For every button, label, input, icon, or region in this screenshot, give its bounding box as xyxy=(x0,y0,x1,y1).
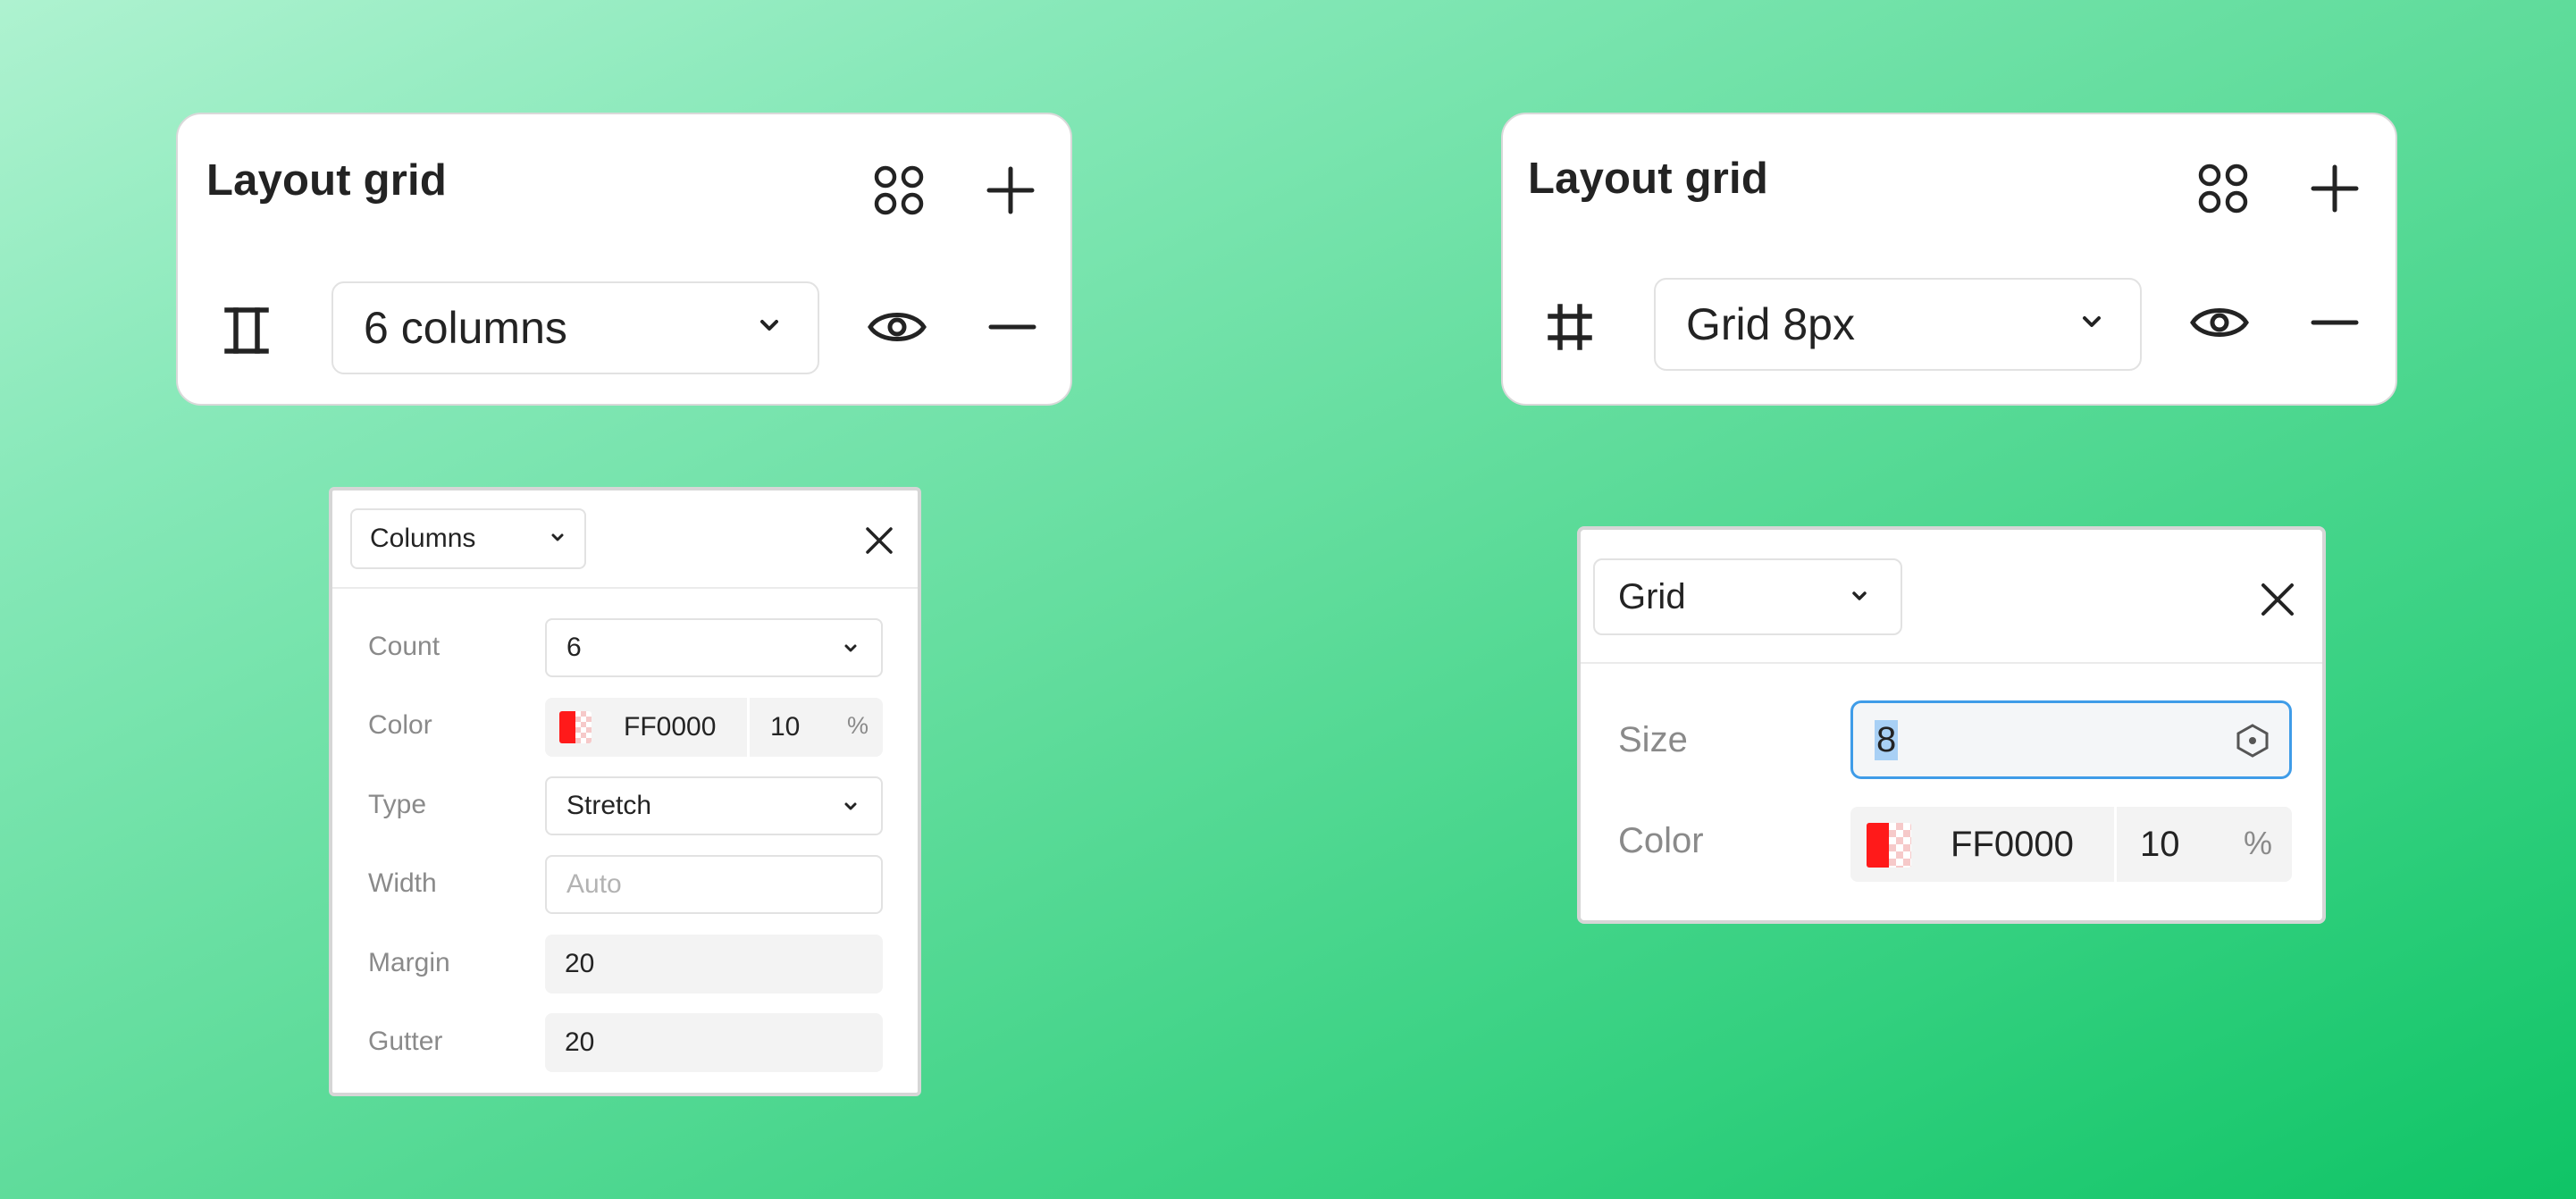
close-button[interactable] xyxy=(2256,578,2299,621)
chevron-down-icon xyxy=(844,644,857,652)
minus-icon xyxy=(2311,320,2359,325)
opacity-unit: % xyxy=(2244,825,2273,861)
divider xyxy=(1581,662,2322,664)
color-field: FF0000 10 % xyxy=(1850,807,2292,882)
type-value: Stretch xyxy=(566,791,652,820)
remove-grid-button[interactable] xyxy=(978,292,1047,362)
grid-type-select[interactable]: 6 columns xyxy=(331,281,819,374)
add-grid-button[interactable] xyxy=(2302,155,2368,222)
size-value: 8 xyxy=(1875,719,1899,760)
gutter-input[interactable]: 20 xyxy=(545,1013,883,1072)
color-swatch[interactable] xyxy=(1867,823,1911,868)
plus-icon xyxy=(2311,164,2359,213)
count-value: 6 xyxy=(566,633,582,662)
color-label: Color xyxy=(368,710,432,740)
divider xyxy=(332,587,918,589)
grid-kind-value: Columns xyxy=(370,524,476,553)
color-hex-value[interactable]: FF0000 xyxy=(1951,825,2074,865)
opacity-unit: % xyxy=(847,712,869,739)
width-label: Width xyxy=(368,868,437,898)
chevron-down-icon xyxy=(2083,316,2101,327)
width-field xyxy=(545,855,883,914)
eye-icon xyxy=(2190,308,2249,337)
layout-grid-panel-left: Layout grid 6 columns xyxy=(176,113,1072,406)
size-input[interactable]: 8 xyxy=(1850,700,2292,779)
chevron-down-icon xyxy=(1852,591,1867,600)
layout-grid-panel-right: Layout grid Grid 8px xyxy=(1501,113,2397,406)
style-grid-icon[interactable] xyxy=(866,157,932,223)
type-select[interactable]: Stretch xyxy=(545,776,883,835)
grid-kind-select[interactable]: Columns xyxy=(350,508,586,569)
gutter-value: 20 xyxy=(565,1027,595,1057)
gutter-label: Gutter xyxy=(368,1027,443,1056)
grid-kind-select[interactable]: Grid xyxy=(1593,558,1902,635)
visibility-toggle[interactable] xyxy=(862,292,932,362)
color-label: Color xyxy=(1618,821,1704,860)
chevron-down-icon xyxy=(551,533,564,541)
columns-settings-popup: Columns Count 6 Color FF0000 10 % Type S… xyxy=(329,487,921,1096)
size-label: Size xyxy=(1618,720,1688,759)
grid-type-value: 6 columns xyxy=(364,303,567,353)
color-separator xyxy=(2114,807,2117,882)
count-select[interactable]: 6 xyxy=(545,618,883,677)
chevron-down-icon xyxy=(760,320,778,331)
panel-title: Layout grid xyxy=(206,156,447,205)
color-field: FF0000 10 % xyxy=(545,698,883,757)
color-separator xyxy=(747,698,750,757)
margin-label: Margin xyxy=(368,948,450,977)
panel-title: Layout grid xyxy=(1528,155,1768,203)
width-input[interactable] xyxy=(566,869,835,900)
color-opacity-value[interactable]: 10 xyxy=(770,712,800,742)
color-hex-value[interactable]: FF0000 xyxy=(624,712,716,742)
style-grid-icon[interactable] xyxy=(2190,155,2256,222)
color-opacity-value[interactable]: 10 xyxy=(2140,825,2180,865)
close-button[interactable] xyxy=(861,523,897,558)
add-grid-button[interactable] xyxy=(978,157,1044,223)
color-swatch[interactable] xyxy=(559,711,592,743)
square-grid-icon[interactable] xyxy=(1539,296,1601,358)
grid-kind-value: Grid xyxy=(1618,576,1686,616)
grid-type-value: Grid 8px xyxy=(1686,299,1855,349)
margin-input[interactable]: 20 xyxy=(545,935,883,994)
hexagon-icon[interactable] xyxy=(2236,723,2270,759)
grid-settings-popup: Grid Size 8 Color FF0000 10 % xyxy=(1577,526,2326,924)
chevron-down-icon xyxy=(844,802,857,810)
margin-value: 20 xyxy=(565,949,595,978)
close-icon xyxy=(866,527,893,554)
columns-grid-icon[interactable] xyxy=(215,299,278,362)
count-label: Count xyxy=(368,632,441,661)
grid-type-select[interactable]: Grid 8px xyxy=(1654,278,2142,371)
remove-grid-button[interactable] xyxy=(2300,288,2370,357)
visibility-toggle[interactable] xyxy=(2185,288,2254,357)
type-label: Type xyxy=(368,790,427,819)
close-icon xyxy=(2261,583,2294,616)
eye-icon xyxy=(868,313,927,341)
plus-icon xyxy=(986,166,1035,214)
minus-icon xyxy=(988,324,1036,330)
